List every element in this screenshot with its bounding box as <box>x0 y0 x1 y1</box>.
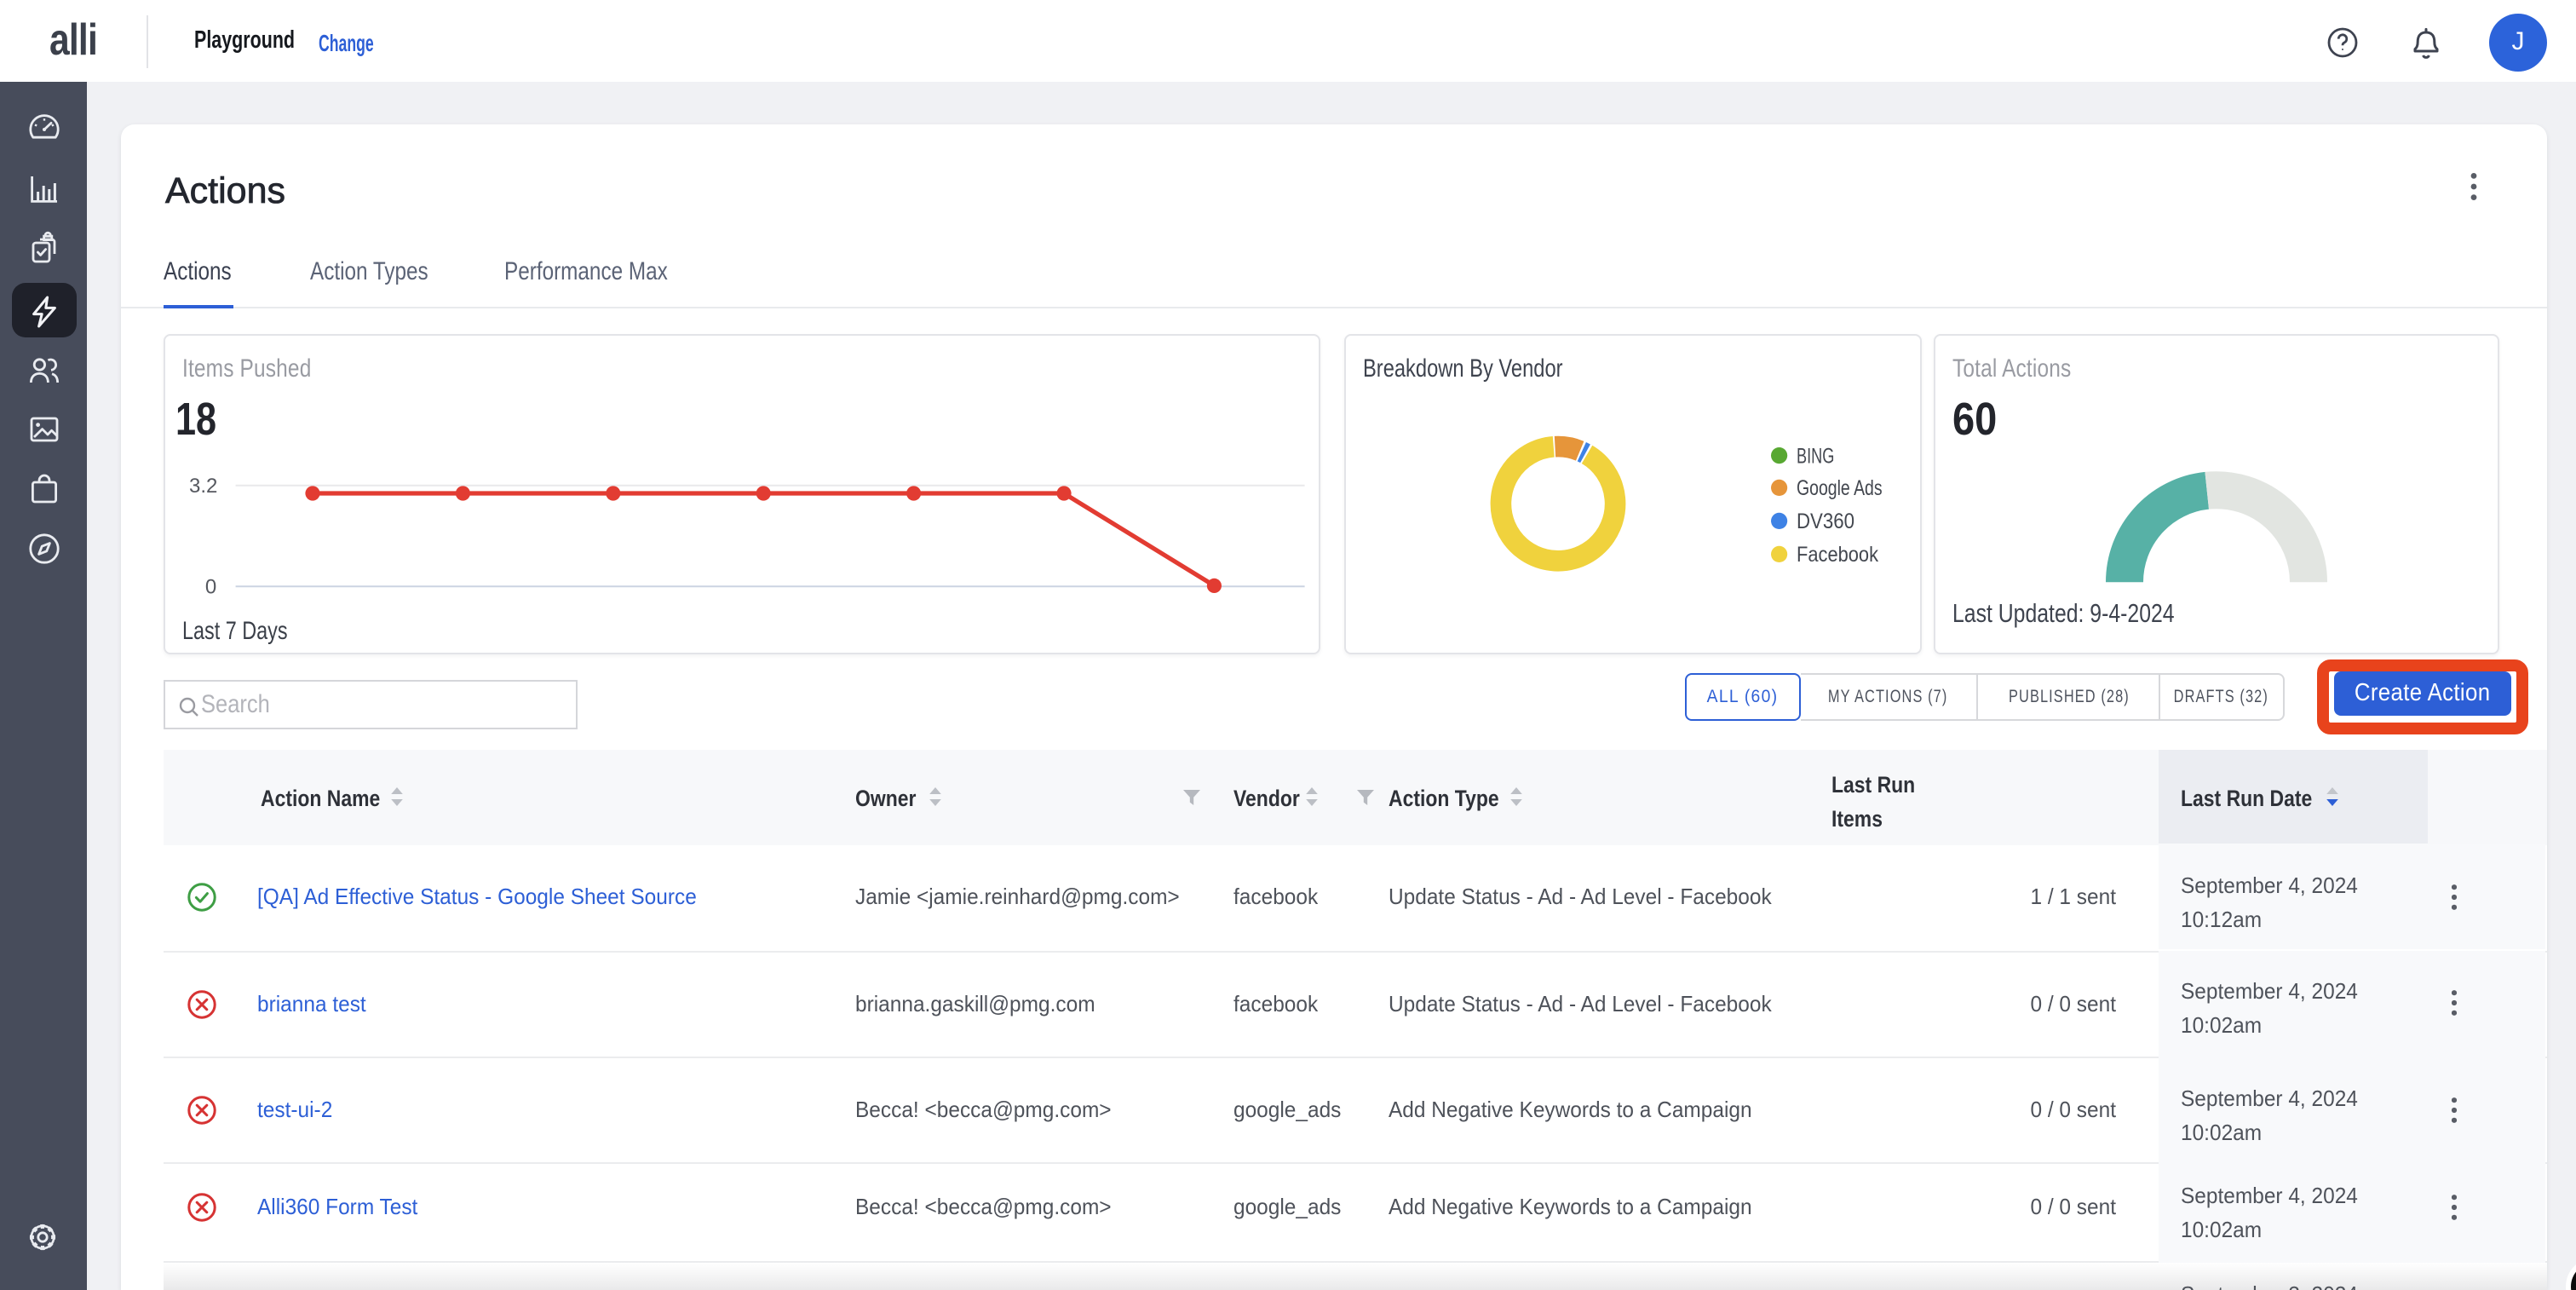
svg-text:0: 0 <box>205 574 216 597</box>
svg-text:BING: BING <box>1797 446 1834 467</box>
svg-text:DV360: DV360 <box>1797 509 1854 533</box>
svg-text:Google Ads: Google Ads <box>1797 475 1883 499</box>
svg-text:3.2: 3.2 <box>189 474 217 497</box>
svg-text:Facebook: Facebook <box>1797 542 1878 565</box>
